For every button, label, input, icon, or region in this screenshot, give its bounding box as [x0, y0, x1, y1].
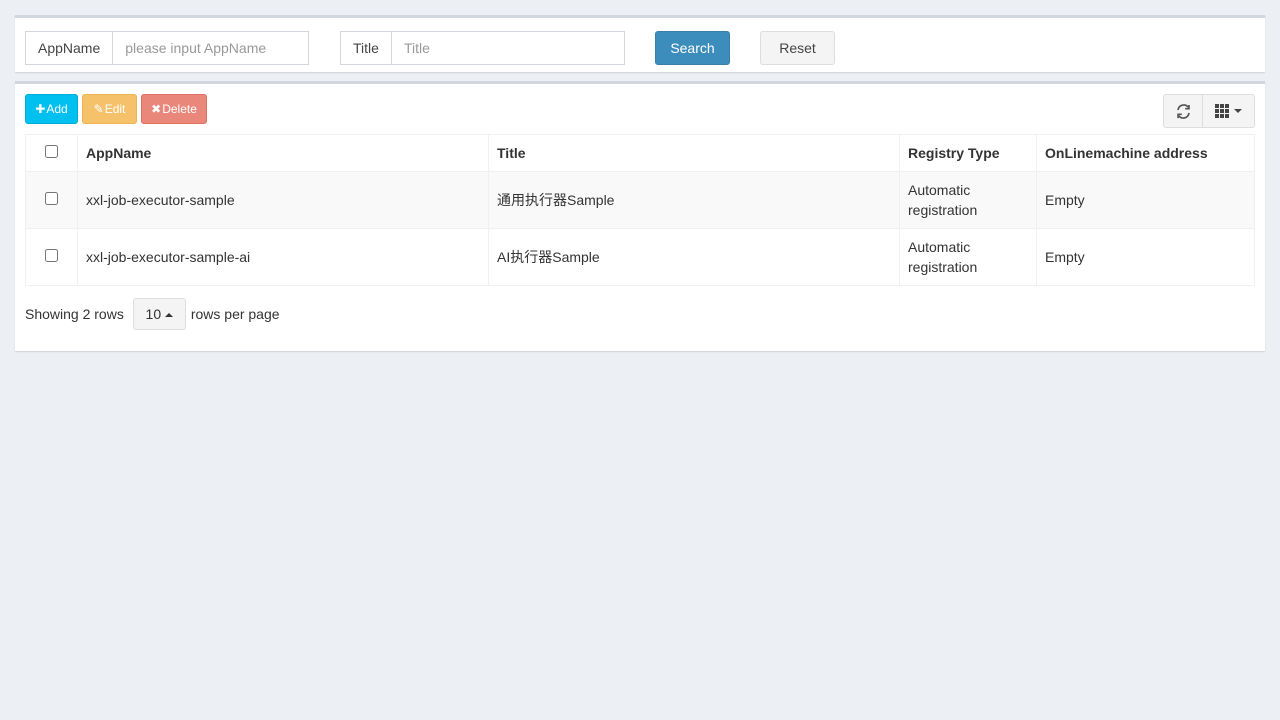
- row-select-cell: [25, 228, 78, 286]
- executor-table: AppName Title Registry Type OnLinemachin…: [25, 134, 1255, 286]
- edit-icon: ✎: [93, 102, 104, 116]
- pagination-per-page-text: rows per page: [190, 306, 280, 322]
- cell-address: Empty: [1036, 171, 1255, 229]
- title-input-group: Title: [340, 31, 625, 65]
- add-button[interactable]: ✚ Add: [25, 94, 78, 124]
- cell-registry-type: Automatic registration: [899, 228, 1037, 286]
- appname-input-group: AppName: [25, 31, 310, 65]
- table-tools: [1163, 94, 1255, 128]
- delete-button[interactable]: ✖ Delete: [141, 94, 207, 124]
- cell-title: AI执行器Sample: [488, 228, 900, 286]
- refresh-button[interactable]: [1163, 94, 1203, 128]
- columns-dropdown-button[interactable]: [1203, 94, 1255, 128]
- edit-button-label: Edit: [104, 102, 126, 116]
- select-all-cell: [25, 134, 78, 172]
- column-header-registry-type[interactable]: Registry Type: [899, 134, 1037, 172]
- pagination-showing-text: Showing 2 rows: [25, 306, 124, 322]
- cell-address: Empty: [1036, 228, 1255, 286]
- chevron-down-icon: [1234, 109, 1242, 113]
- edit-button[interactable]: ✎ Edit: [82, 94, 137, 124]
- row-checkbox[interactable]: [45, 249, 58, 262]
- page-size-value: 10: [145, 306, 162, 322]
- table-row[interactable]: xxl-job-executor-sample 通用执行器Sample Auto…: [25, 171, 1255, 229]
- search-button[interactable]: Search: [655, 31, 730, 65]
- add-button-label: Add: [46, 102, 68, 116]
- appname-label: AppName: [25, 31, 114, 65]
- cell-registry-type: Automatic registration: [899, 171, 1037, 229]
- row-checkbox[interactable]: [45, 192, 58, 205]
- plus-icon: ✚: [35, 102, 46, 116]
- column-header-appname[interactable]: AppName: [77, 134, 489, 172]
- title-label: Title: [340, 31, 392, 65]
- cell-appname: xxl-job-executor-sample-ai: [77, 228, 489, 286]
- table-header-row: AppName Title Registry Type OnLinemachin…: [25, 134, 1255, 172]
- executor-table-panel: ✚ Add ✎ Edit ✖ Delete AppName Title Regi…: [15, 81, 1265, 351]
- column-header-address[interactable]: OnLinemachine address: [1036, 134, 1255, 172]
- refresh-icon: [1176, 103, 1190, 119]
- cell-title: 通用执行器Sample: [488, 171, 900, 229]
- pagination-detail: Showing 2 rows 10 rows per page: [25, 298, 280, 330]
- appname-input[interactable]: [113, 31, 310, 65]
- times-icon: ✖: [151, 102, 162, 116]
- page-size-dropdown[interactable]: 10: [132, 298, 186, 330]
- title-input[interactable]: [391, 31, 625, 65]
- row-select-cell: [25, 171, 78, 229]
- grid-icon: [1215, 104, 1229, 118]
- select-all-checkbox[interactable]: [45, 145, 58, 158]
- table-row[interactable]: xxl-job-executor-sample-ai AI执行器Sample A…: [25, 228, 1255, 286]
- column-header-title[interactable]: Title: [488, 134, 900, 172]
- caret-up-icon: [165, 312, 174, 317]
- cell-appname: xxl-job-executor-sample: [77, 171, 489, 229]
- search-panel: AppName Title Search Reset: [15, 15, 1265, 72]
- reset-button[interactable]: Reset: [760, 31, 835, 65]
- delete-button-label: Delete: [162, 102, 197, 116]
